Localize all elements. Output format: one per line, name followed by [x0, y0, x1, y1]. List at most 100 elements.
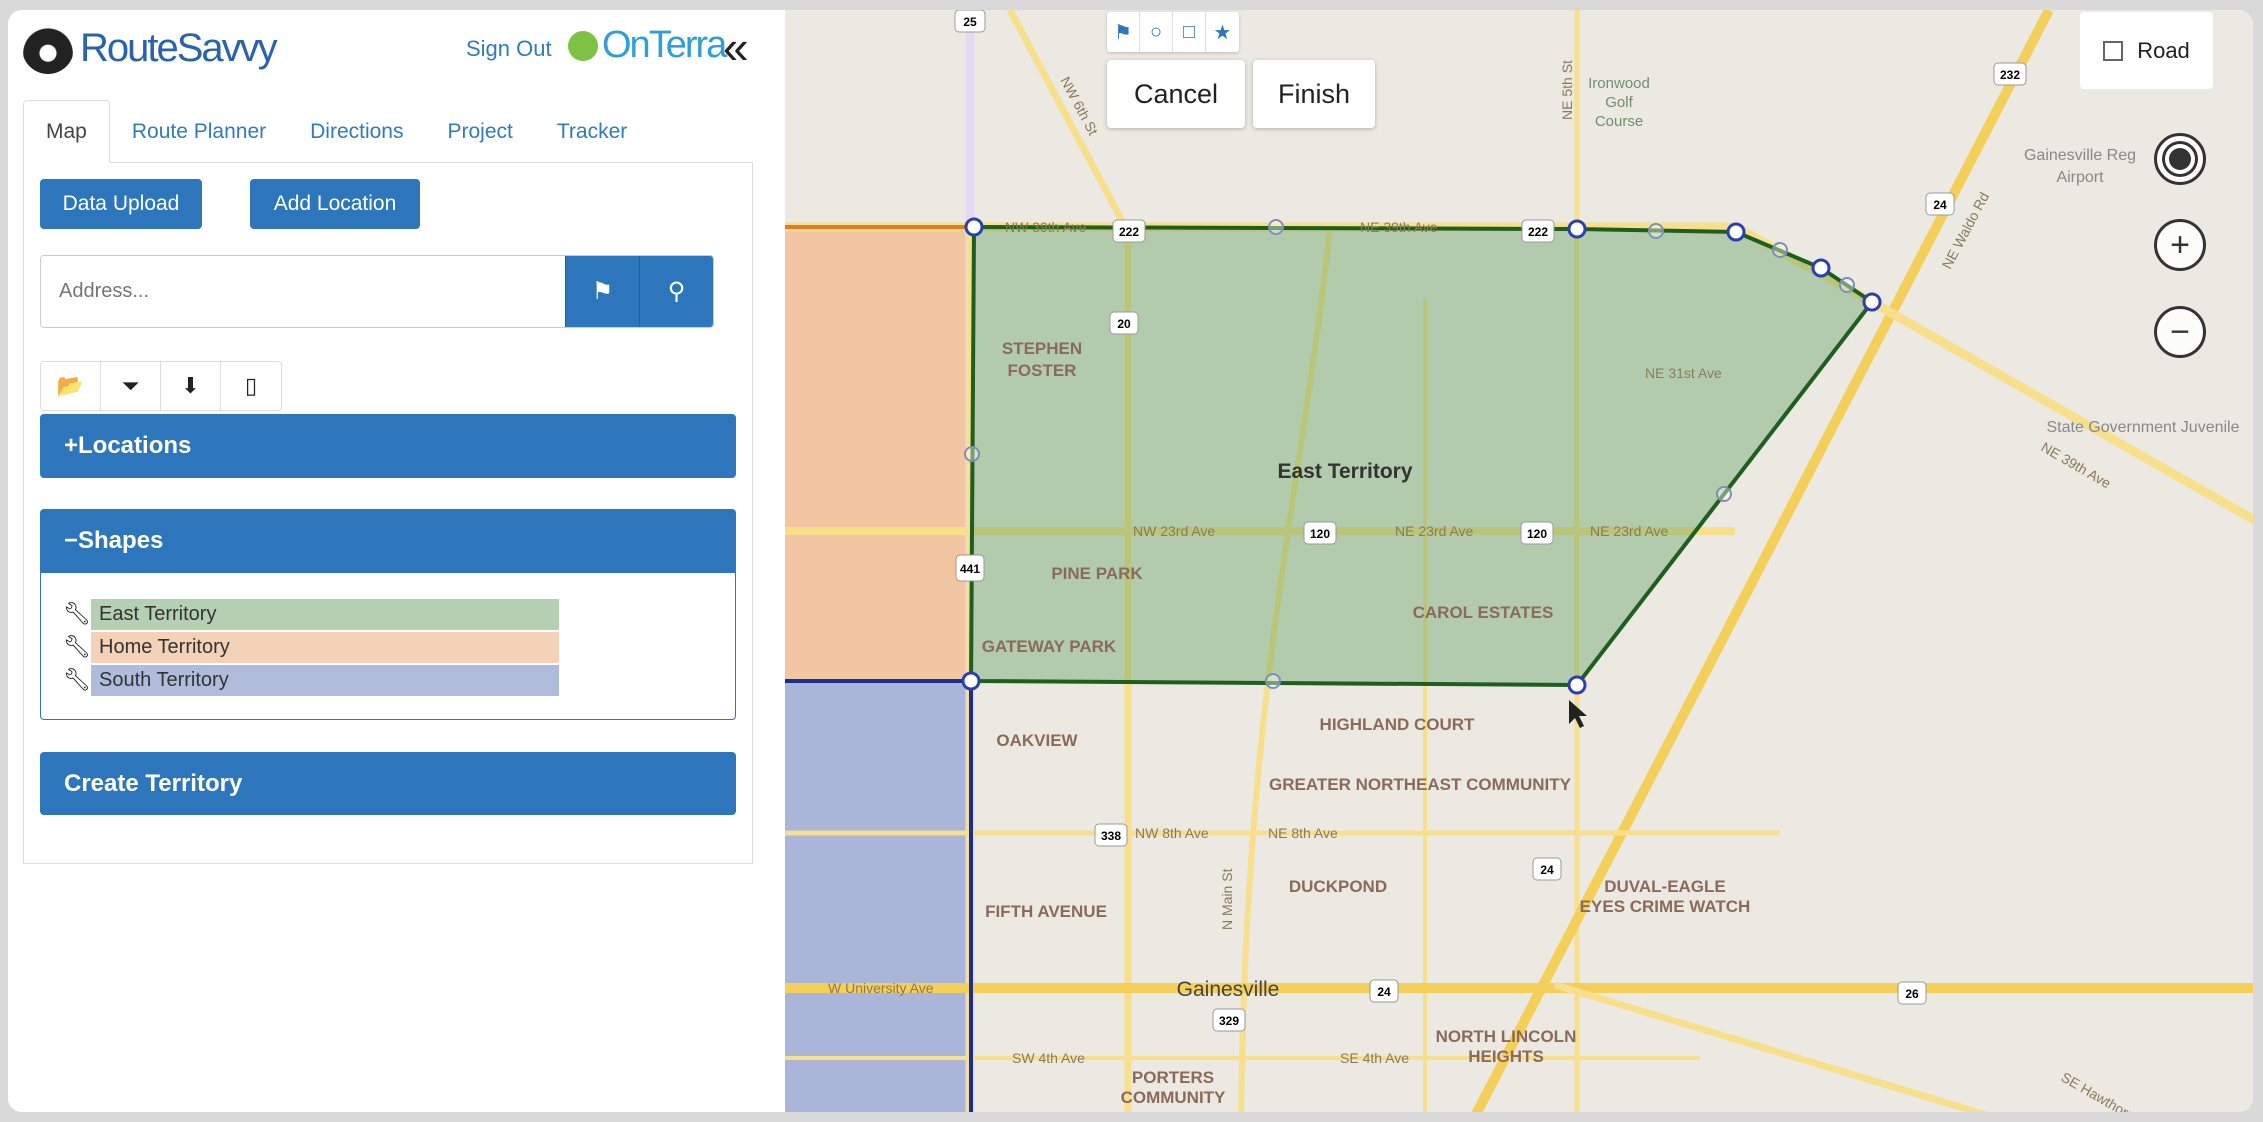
collapse-sidebar-icon[interactable]: « — [723, 20, 749, 74]
shape-item[interactable]: 🔧︎ South Territory — [63, 664, 559, 696]
street-label: W University Ave — [828, 980, 934, 996]
route-shield: 24 — [1369, 979, 1399, 1003]
tab-route-planner[interactable]: Route Planner — [110, 100, 288, 163]
svg-text:24: 24 — [1540, 863, 1554, 877]
vertex-handle[interactable] — [1862, 292, 1882, 312]
svg-text:25: 25 — [963, 15, 977, 29]
area-label: HEIGHTS — [1468, 1047, 1544, 1066]
plus-icon: + — [2170, 225, 2190, 264]
street-label: SE Hawthorne — [2059, 1069, 2145, 1112]
expand-icon: + — [64, 432, 79, 459]
vertex-handle[interactable] — [964, 217, 984, 237]
route-shield: 441 — [955, 554, 985, 582]
midpoint-handle[interactable] — [1772, 242, 1788, 258]
area-label: FIFTH AVENUE — [985, 902, 1107, 921]
map-type-label: Road — [2137, 37, 2190, 63]
wrench-icon[interactable]: 🔧︎ — [63, 667, 91, 693]
vertex-handle[interactable] — [1567, 219, 1587, 239]
locations-panel-header[interactable]: + Locations — [40, 414, 736, 478]
area-label: OAKVIEW — [996, 731, 1078, 750]
street-label: NW 23rd Ave — [1133, 523, 1215, 539]
star-icon[interactable]: ★ — [1206, 12, 1239, 52]
wrench-icon[interactable]: 🔧︎ — [63, 601, 91, 627]
onterra-icon — [568, 30, 598, 61]
cancel-button[interactable]: Cancel — [1107, 60, 1245, 128]
street-label: NE 23rd Ave — [1395, 523, 1474, 539]
filter-icon[interactable]: ⏷ — [101, 362, 161, 410]
route-shield: 120 — [1520, 521, 1554, 545]
midpoint-handle[interactable] — [1268, 219, 1284, 235]
flag-icon: ⚑ — [591, 278, 614, 305]
area-label: DUCKPOND — [1289, 877, 1387, 896]
tab-tracker[interactable]: Tracker — [535, 100, 649, 163]
open-folder-icon[interactable]: 📂 — [41, 362, 101, 410]
route-shield: 222 — [1521, 219, 1555, 243]
midpoint-handle[interactable] — [1839, 277, 1855, 293]
street-label: NE 39th Ave — [2039, 439, 2114, 492]
poi-label: Ironwood — [1588, 75, 1650, 92]
poi-label: State Government Juvenile — [2047, 419, 2240, 436]
street-label: NE 39th Ave — [1360, 219, 1438, 235]
midpoint-handle[interactable] — [1648, 223, 1664, 239]
zoom-out-button[interactable]: − — [2154, 306, 2206, 358]
shape-item[interactable]: 🔧︎ East Territory — [63, 598, 559, 630]
brand-name: RouteSavvy — [80, 25, 278, 70]
midpoint-handle[interactable] — [1265, 673, 1281, 689]
shapes-panel-header[interactable]: − Shapes — [40, 509, 736, 573]
map-canvas[interactable]: East Territory STEPHEN FOSTER PINE PARK … — [785, 10, 2253, 1112]
shape-item[interactable]: 🔧︎ Home Territory — [63, 631, 559, 663]
area-label: PINE PARK — [1051, 564, 1143, 583]
south-territory[interactable] — [785, 681, 972, 1112]
svg-text:232: 232 — [2000, 68, 2020, 82]
add-location-button[interactable]: Add Location — [250, 179, 420, 229]
flag-button[interactable]: ⚑ — [565, 256, 639, 327]
route-shield: 120 — [1303, 521, 1337, 545]
map-type-icon — [2103, 40, 2124, 61]
address-search: ⚑ ⚲ — [40, 255, 714, 328]
sign-out-link[interactable]: Sign Out — [466, 36, 552, 62]
street-label: NE 31st Ave — [1645, 365, 1722, 381]
vertex-handle[interactable] — [1726, 222, 1746, 242]
zoom-in-button[interactable]: + — [2154, 219, 2206, 271]
locate-me-button[interactable] — [2154, 133, 2206, 185]
route-shield: 232 — [1993, 62, 2027, 86]
data-upload-button[interactable]: Data Upload — [40, 179, 202, 229]
address-input[interactable] — [41, 256, 565, 327]
circle-icon[interactable]: ○ — [1140, 12, 1173, 52]
shape-name[interactable]: South Territory — [91, 664, 559, 696]
pin-button[interactable]: ⚲ — [639, 256, 713, 327]
download-icon[interactable]: ⬇ — [161, 362, 221, 410]
routesavvy-logo: RouteSavvy — [22, 22, 278, 74]
svg-text:26: 26 — [1905, 987, 1919, 1001]
vertex-handle[interactable] — [961, 671, 981, 691]
tab-map[interactable]: Map — [23, 100, 110, 163]
svg-text:20: 20 — [1117, 317, 1131, 331]
partner-name: OnTerra — [602, 24, 727, 66]
shape-name[interactable]: Home Territory — [91, 631, 559, 663]
collapse-icon: − — [64, 527, 79, 554]
street-label: NE 8th Ave — [1268, 825, 1338, 841]
wrench-icon[interactable]: 🔧︎ — [63, 634, 91, 660]
area-label: GREATER NORTHEAST COMMUNITY — [1269, 775, 1572, 794]
create-territory-button[interactable]: Create Territory — [40, 752, 736, 815]
vertex-handle[interactable] — [1811, 258, 1831, 278]
svg-text:441: 441 — [960, 562, 980, 576]
midpoint-handle[interactable] — [1716, 486, 1732, 502]
home-territory[interactable] — [785, 227, 972, 682]
finish-button[interactable]: Finish — [1253, 60, 1375, 128]
midpoint-handle[interactable] — [964, 446, 980, 462]
map-type-button[interactable]: Road — [2080, 12, 2213, 89]
square-icon[interactable]: □ — [1173, 12, 1206, 52]
route-shield: 26 — [1897, 981, 1927, 1005]
street-label: NW 8th Ave — [1135, 825, 1209, 841]
mobile-icon[interactable]: ▯ — [221, 362, 281, 410]
route-shield: 24 — [1925, 192, 1955, 216]
shape-name[interactable]: East Territory — [91, 598, 559, 630]
tab-project[interactable]: Project — [426, 100, 535, 163]
flag-icon[interactable]: ⚑ — [1107, 12, 1140, 52]
svg-text:24: 24 — [1933, 198, 1947, 212]
tab-directions[interactable]: Directions — [288, 100, 425, 163]
street-label: SE 4th Ave — [1340, 1050, 1409, 1066]
vertex-handle[interactable] — [1567, 675, 1587, 695]
route-shield: 338 — [1094, 823, 1128, 847]
